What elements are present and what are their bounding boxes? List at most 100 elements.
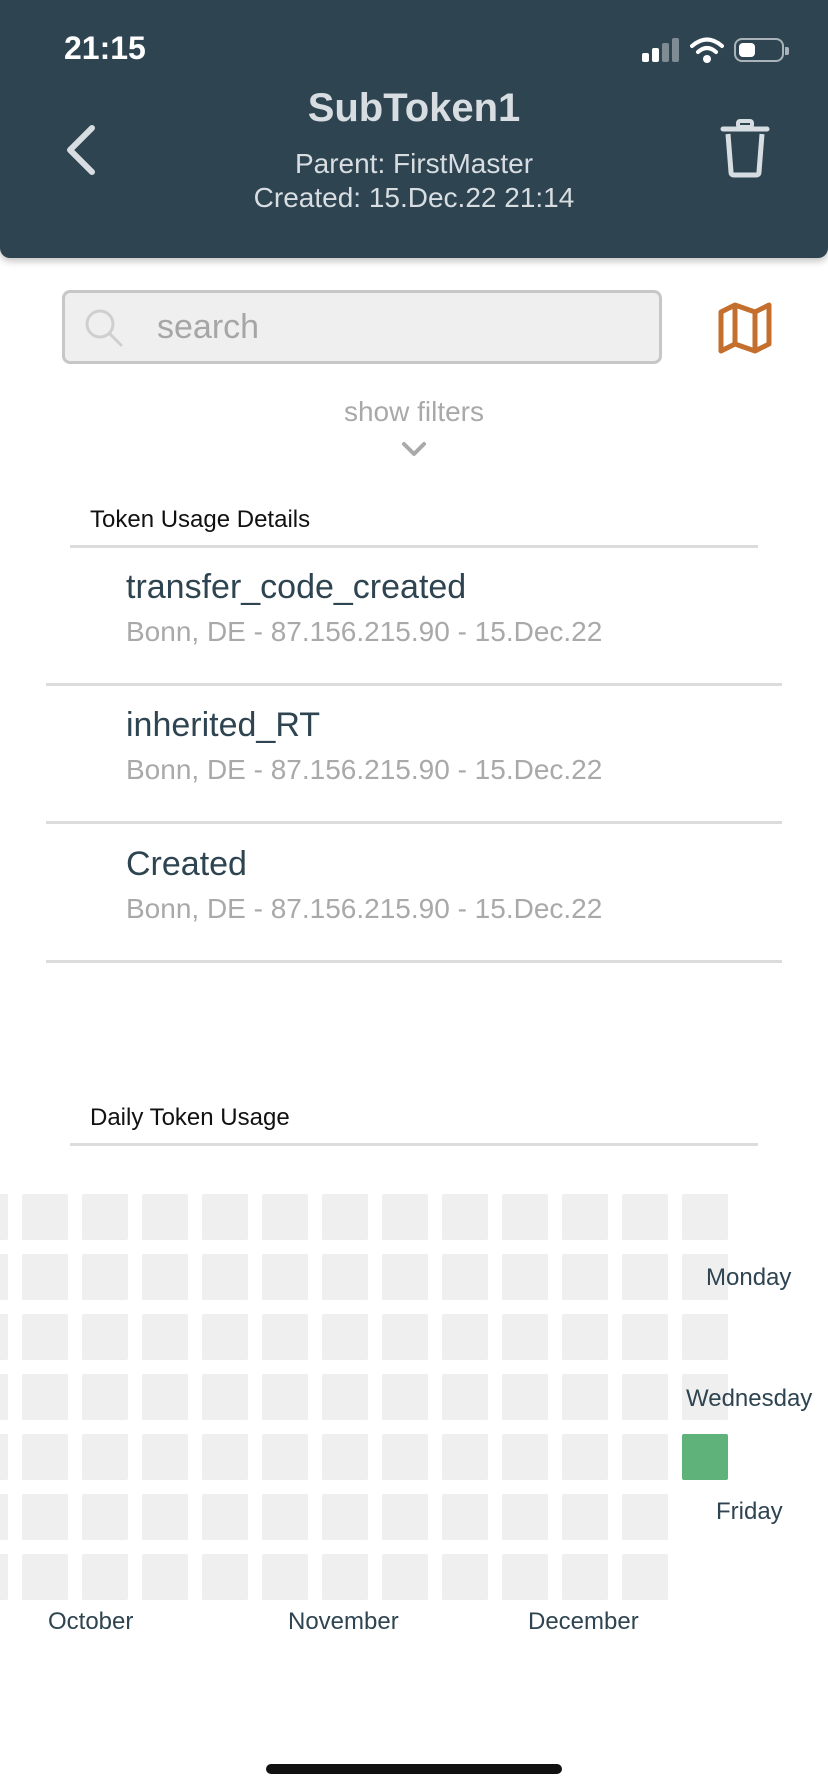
usage-list-item[interactable]: transfer_code_created Bonn, DE - 87.156.… (46, 548, 782, 686)
heatmap-day-cell (502, 1314, 548, 1360)
search-input[interactable] (157, 301, 637, 353)
heatmap-day-cell (0, 1434, 8, 1480)
month-label-october: October (48, 1608, 134, 1635)
usage-list-item[interactable]: Created Bonn, DE - 87.156.215.90 - 15.De… (46, 825, 782, 963)
heatmap-day-cell (262, 1254, 308, 1300)
heatmap-day-cell (82, 1194, 128, 1240)
heatmap-day-cell (142, 1494, 188, 1540)
heatmap-day-cell (202, 1374, 248, 1420)
heatmap-day-cell (562, 1194, 608, 1240)
event-name: transfer_code_created (126, 568, 467, 606)
heatmap-day-cell (82, 1254, 128, 1300)
heatmap-day-cell (442, 1374, 488, 1420)
heatmap-day-cell (442, 1194, 488, 1240)
heatmap-day-cell (22, 1374, 68, 1420)
heatmap-day-cell (82, 1314, 128, 1360)
heatmap-day-cell (322, 1254, 368, 1300)
heatmap-day-cell (322, 1434, 368, 1480)
heatmap-day-cell (0, 1494, 8, 1540)
heatmap-day-cell (142, 1254, 188, 1300)
heatmap-day-cell (322, 1554, 368, 1600)
chevron-down-icon[interactable] (400, 440, 428, 458)
day-label-monday: Monday (706, 1264, 792, 1291)
heatmap-day-cell (22, 1434, 68, 1480)
event-name: Created (126, 845, 247, 883)
heatmap-day-cell (442, 1554, 488, 1600)
heatmap-day-cell (322, 1494, 368, 1540)
heatmap-day-cell (82, 1434, 128, 1480)
heatmap-day-cell (622, 1554, 668, 1600)
heatmap-day-cell (382, 1554, 428, 1600)
heatmap-day-cell (562, 1254, 608, 1300)
token-created: Created: 15.Dec.22 21:14 (253, 182, 575, 213)
heatmap-day-cell (22, 1554, 68, 1600)
usage-list-item[interactable]: inherited_RT Bonn, DE - 87.156.215.90 - … (46, 686, 782, 824)
heatmap-day-cell (262, 1314, 308, 1360)
heatmap-day-cell (502, 1554, 548, 1600)
daily-usage-heading: Daily Token Usage (90, 1104, 290, 1131)
heatmap-day-cell (82, 1374, 128, 1420)
map-button[interactable] (716, 300, 774, 356)
heatmap-day-cell (202, 1314, 248, 1360)
heatmap-day-cell (0, 1194, 8, 1240)
heatmap-day-cell (622, 1434, 668, 1480)
token-parent: Parent: FirstMaster (294, 148, 534, 179)
map-icon (718, 302, 772, 354)
heatmap-day-cell (142, 1374, 188, 1420)
signal-icon (642, 38, 680, 62)
event-name: inherited_RT (126, 706, 321, 744)
event-meta: Bonn, DE - 87.156.215.90 - 15.Dec.22 (126, 754, 603, 785)
home-indicator (266, 1764, 562, 1774)
heatmap-day-cell (82, 1554, 128, 1600)
event-meta: Bonn, DE - 87.156.215.90 - 15.Dec.22 (126, 616, 603, 647)
search-box[interactable] (62, 290, 662, 364)
heatmap-day-cell (562, 1494, 608, 1540)
day-label-wednesday: Wednesday (686, 1385, 813, 1412)
wifi-icon (690, 37, 724, 63)
heatmap-day-cell (502, 1374, 548, 1420)
heatmap-day-cell (202, 1194, 248, 1240)
heatmap-day-cell (562, 1374, 608, 1420)
heatmap-day-cell (382, 1254, 428, 1300)
heatmap-day-cell (442, 1434, 488, 1480)
heatmap-day-cell (0, 1554, 8, 1600)
heatmap-day-cell (622, 1194, 668, 1240)
show-filters-toggle[interactable]: show filters (0, 396, 828, 428)
heatmap-day-cell (262, 1494, 308, 1540)
daily-usage-divider (70, 1143, 758, 1146)
heatmap-day-cell (22, 1254, 68, 1300)
heatmap-day-cell (202, 1494, 248, 1540)
usage-details-heading: Token Usage Details (90, 506, 311, 533)
heatmap-day-cell (322, 1194, 368, 1240)
heatmap-day-cell-active (682, 1434, 728, 1480)
heatmap-day-cell (0, 1314, 8, 1360)
heatmap-day-cell (502, 1494, 548, 1540)
heatmap-day-cell (562, 1314, 608, 1360)
heatmap-day-cell (262, 1374, 308, 1420)
heatmap-day-cell (682, 1194, 728, 1240)
delete-token-button[interactable] (720, 118, 770, 178)
token-title: SubToken1 (307, 86, 521, 130)
heatmap-day-cell (622, 1374, 668, 1420)
heatmap-day-cell (82, 1494, 128, 1540)
trash-icon (720, 119, 770, 178)
heatmap-day-cell (502, 1254, 548, 1300)
status-icons (642, 34, 792, 66)
heatmap-day-cell (142, 1554, 188, 1600)
heatmap-day-cell (622, 1254, 668, 1300)
day-label-friday: Friday (716, 1498, 783, 1525)
app-header: 21:15 SubToken1 Parent: FirstMaster Crea… (0, 0, 828, 258)
heatmap-day-cell (442, 1494, 488, 1540)
month-label-december: December (528, 1608, 639, 1635)
heatmap-day-cell (442, 1314, 488, 1360)
heatmap-day-cell (22, 1494, 68, 1540)
heatmap-day-cell (382, 1434, 428, 1480)
heatmap-day-cell (322, 1374, 368, 1420)
heatmap-day-cell (382, 1494, 428, 1540)
heatmap-day-cell (562, 1554, 608, 1600)
heatmap-day-cell (682, 1314, 728, 1360)
heatmap-day-cell (622, 1314, 668, 1360)
heatmap-day-cell (622, 1494, 668, 1540)
search-icon (85, 309, 123, 347)
event-meta: Bonn, DE - 87.156.215.90 - 15.Dec.22 (126, 893, 603, 924)
